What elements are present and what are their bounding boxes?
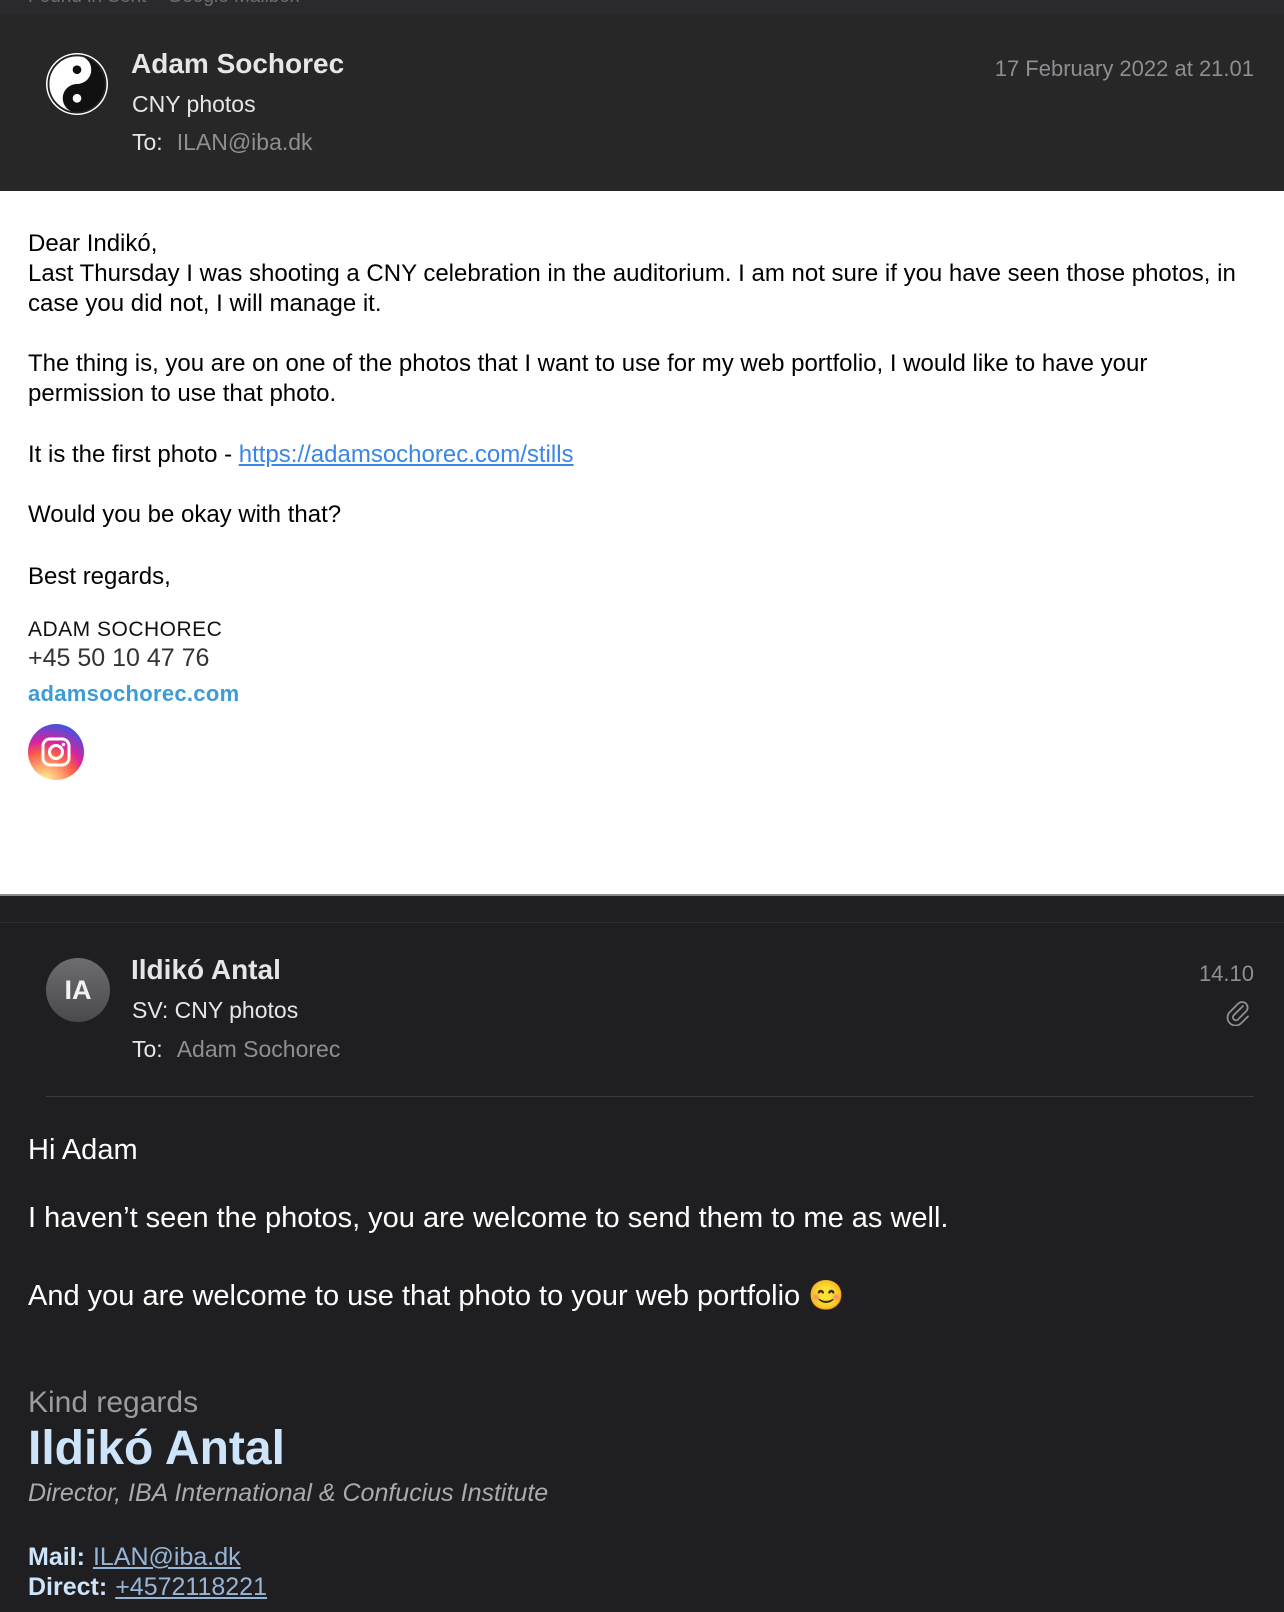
- to-label-2: To:: [132, 1036, 163, 1062]
- mail-row: Mail: ILAN@iba.dk: [28, 1543, 241, 1572]
- paperclip-icon[interactable]: [1224, 998, 1250, 1027]
- portfolio-link[interactable]: https://adamsochorec.com/stills: [239, 441, 574, 468]
- recipient-name-2[interactable]: Adam Sochorec: [177, 1036, 341, 1062]
- to-label: To:: [132, 129, 163, 155]
- signature-website-link[interactable]: adamsochorec.com: [28, 681, 239, 707]
- paragraph-3-text: It is the first photo -: [28, 441, 239, 468]
- reply-line-1: I haven’t seen the photos, you are welco…: [28, 1202, 949, 1234]
- mail-label: Mail:: [28, 1543, 85, 1571]
- paragraph-4: Would you be okay with that?: [28, 501, 342, 528]
- mailbox-label: Found in Sent – Google Mailbox: [28, 0, 299, 8]
- avatar-yin-yang-icon[interactable]: [46, 53, 108, 115]
- direct-label: Direct:: [28, 1573, 108, 1601]
- paragraph-1: Last Thursday I was shooting a CNY celeb…: [28, 260, 1236, 317]
- separator-line: [0, 894, 1284, 896]
- reply-line-2: And you are welcome to use that photo to…: [28, 1280, 845, 1312]
- message-date: 17 February 2022 at 21.01: [994, 56, 1254, 81]
- instagram-icon[interactable]: [28, 724, 84, 780]
- recipient-address[interactable]: ILAN@iba.dk: [177, 129, 313, 155]
- paragraph-2: The thing is, you are on one of the phot…: [28, 350, 1148, 407]
- avatar-initials[interactable]: IA: [46, 958, 110, 1022]
- message-time-2: 14.10: [1198, 961, 1254, 986]
- paragraph-3: It is the first photo - https://adamsoch…: [28, 440, 1268, 470]
- message-separator: [0, 894, 1284, 924]
- sender-name[interactable]: Adam Sochorec: [131, 48, 344, 80]
- closing: Best regards,: [28, 563, 171, 590]
- recipient-row: To: ILAN@iba.dk: [132, 129, 313, 156]
- separator-line-dark: [0, 922, 1284, 923]
- reply-signature-name: Ildikó Antal: [28, 1422, 285, 1475]
- subject-line: CNY photos: [132, 91, 256, 117]
- sender-name-2[interactable]: Ildikó Antal: [131, 954, 281, 986]
- reply-closing: Kind regards: [28, 1386, 199, 1419]
- greeting: Dear Indikó,: [28, 230, 158, 257]
- signature-phone: +45 50 10 47 76: [28, 644, 210, 672]
- signature-name: ADAM SOCHOREC: [28, 618, 223, 641]
- recipient-row-2: To: Adam Sochorec: [132, 1036, 340, 1063]
- header-divider-2: [46, 1096, 1254, 1097]
- mail-link[interactable]: ILAN@iba.dk: [93, 1543, 241, 1571]
- reply-greeting: Hi Adam: [28, 1134, 138, 1166]
- reply-signature-title: Director, IBA International & Confucius …: [28, 1479, 549, 1507]
- subject-line-2: SV: CNY photos: [132, 997, 299, 1023]
- message-body-1: Dear Indikó, Last Thursday I was shootin…: [0, 191, 1284, 894]
- direct-row: Direct: +4572118221: [28, 1573, 267, 1602]
- direct-phone-link[interactable]: +4572118221: [115, 1573, 267, 1601]
